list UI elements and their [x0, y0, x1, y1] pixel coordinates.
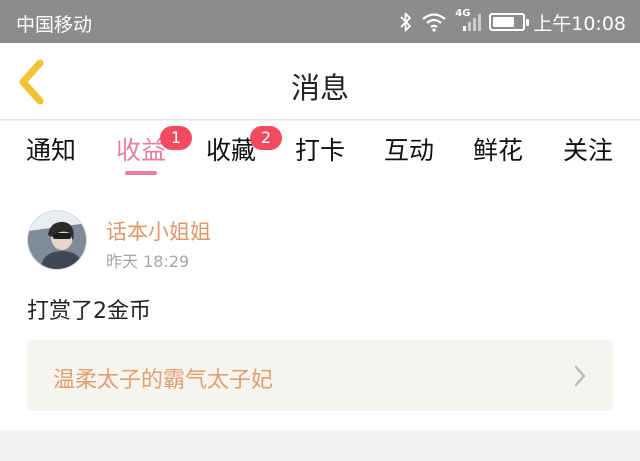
- status-bar: 中国移动 4G 上午10:08: [0, 0, 640, 43]
- message-text: 打赏了2金币: [27, 299, 151, 324]
- avatar[interactable]: [27, 210, 87, 270]
- tab-follow[interactable]: 关注: [553, 131, 623, 167]
- tab-label: 收益: [115, 136, 166, 165]
- status-icons: 4G 上午10:08: [399, 8, 626, 35]
- unread-badge: 1: [160, 126, 192, 150]
- notification-item: 话本小姐姐 昨天 18:29 打赏了2金币 温柔太子的霸气太子妃: [0, 189, 640, 430]
- tab-label: 打卡: [294, 136, 345, 165]
- nav-bar: 消息: [0, 43, 640, 120]
- tab-flowers[interactable]: 鲜花: [463, 131, 533, 167]
- timestamp: 昨天 18:29: [106, 252, 190, 271]
- tab-notice[interactable]: 通知: [16, 131, 86, 167]
- bluetooth-icon: [399, 11, 413, 33]
- tab-interactions[interactable]: 互动: [374, 131, 444, 167]
- wifi-icon: [421, 12, 447, 32]
- tab-label: 通知: [25, 136, 76, 165]
- battery-icon: [489, 13, 530, 31]
- user-name[interactable]: 话本小姐姐: [106, 216, 211, 246]
- tab-label: 鲜花: [472, 136, 523, 165]
- book-link-card[interactable]: 温柔太子的霸气太子妃: [27, 340, 613, 411]
- tab-label: 互动: [383, 136, 434, 165]
- tab-checkin[interactable]: 打卡: [285, 131, 355, 167]
- book-title: 温柔太子的霸气太子妃: [53, 368, 274, 393]
- status-time: 上午10:08: [533, 12, 626, 35]
- network-type-label: 4G: [455, 8, 471, 19]
- tab-bar: 通知 收益 1 收藏 2 打卡 互动 鲜花 关注: [0, 121, 640, 189]
- page-title: 消息: [290, 71, 349, 105]
- signal-icon: 4G: [455, 8, 482, 33]
- tab-label: 关注: [562, 136, 613, 165]
- carrier-name: 中国移动: [16, 14, 93, 36]
- battery-level: [493, 17, 515, 27]
- user-photo: [28, 211, 86, 269]
- active-tab-indicator: [125, 171, 157, 175]
- chevron-right-icon: [574, 365, 586, 387]
- tab-label: 收藏: [205, 136, 256, 165]
- unread-badge: 2: [250, 126, 282, 150]
- tab-earnings[interactable]: 收益 1: [106, 126, 192, 175]
- tab-favorites[interactable]: 收藏 2: [196, 126, 282, 167]
